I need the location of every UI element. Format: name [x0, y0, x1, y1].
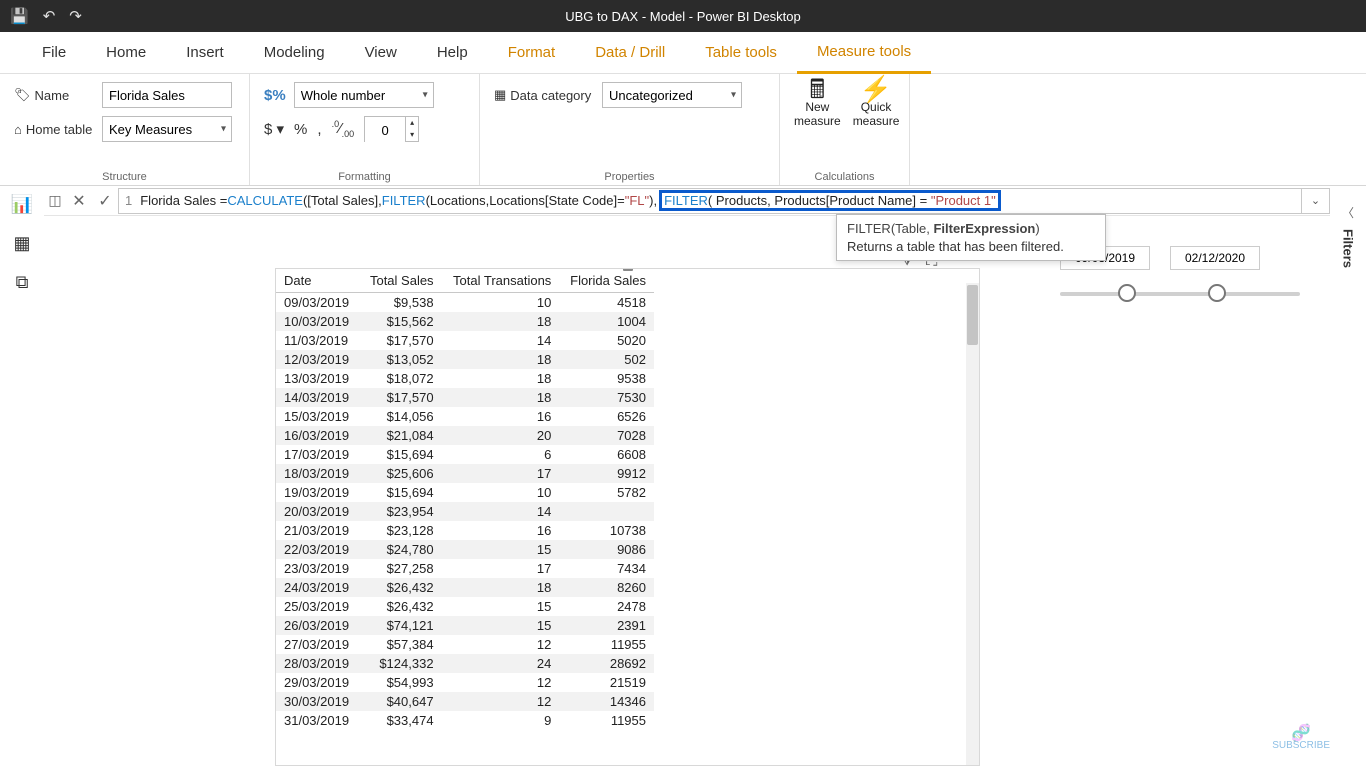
chevron-left-icon[interactable]: 〈 — [1342, 204, 1354, 221]
filters-pane-label: Filters — [1341, 229, 1356, 268]
table-row[interactable]: 15/03/2019$14,056166526 — [276, 407, 654, 426]
decimals-down[interactable]: ▾ — [406, 129, 418, 141]
table-row[interactable]: 29/03/2019$54,9931221519 — [276, 673, 654, 692]
ribbon-group-structure: 🏷 Name ⌂ Home table Structure — [0, 74, 250, 185]
filters-pane-collapsed[interactable]: 〈 Filters — [1330, 186, 1366, 768]
table-row[interactable]: 26/03/2019$74,121152391 — [276, 616, 654, 635]
decimals-up[interactable]: ▴ — [406, 117, 418, 129]
table-row[interactable]: 19/03/2019$15,694105782 — [276, 483, 654, 502]
quick-measure-icon: ⚡ — [860, 82, 892, 96]
scrollbar-thumb[interactable] — [967, 285, 978, 345]
table-row[interactable]: 10/03/2019$15,562181004 — [276, 312, 654, 331]
table-row[interactable]: 18/03/2019$25,606179912 — [276, 464, 654, 483]
formula-report-icon: ◫ — [44, 186, 66, 216]
currency-icon[interactable]: $ ▾ — [264, 120, 284, 138]
slider-handle-start[interactable] — [1118, 284, 1136, 302]
column-header[interactable]: Date — [276, 269, 360, 293]
datacategory-select[interactable] — [602, 82, 742, 108]
tab-tabletools[interactable]: Table tools — [685, 32, 797, 74]
formula-bar: ◫ ✕ ✓ 1 Florida Sales = CALCULATE( [Tota… — [44, 186, 1330, 216]
data-view-icon[interactable]: ▦ — [13, 233, 30, 254]
model-view-icon[interactable]: ⧉ — [16, 272, 29, 293]
ribbon-group-calculations: 🖩 New measure ⚡ Quick measure Calculatio… — [780, 74, 910, 185]
column-header[interactable]: Total Transations — [442, 269, 560, 293]
view-switcher: 📊 ▦ ⧉ — [0, 186, 44, 768]
tab-datadrill[interactable]: Data / Drill — [575, 32, 685, 74]
percent-icon[interactable]: % — [294, 121, 307, 138]
tab-modeling[interactable]: Modeling — [244, 32, 345, 74]
slicer-slider[interactable] — [1060, 280, 1300, 304]
hometable-select[interactable] — [102, 116, 232, 142]
formula-highlight: FILTER( Products, Products[Product Name]… — [659, 190, 1001, 211]
table-row[interactable]: 25/03/2019$26,432152478 — [276, 597, 654, 616]
column-header[interactable]: Total Sales — [360, 269, 442, 293]
table-row[interactable]: 11/03/2019$17,570145020 — [276, 331, 654, 350]
ribbon-body: 🏷 Name ⌂ Home table Structure $% $ ▾ % ,… — [0, 74, 1366, 186]
subscribe-watermark: 🧬 SUBSCRIBE — [1272, 728, 1330, 752]
column-header[interactable]: Florida Sales — [559, 269, 654, 293]
table-row[interactable]: 27/03/2019$57,3841211955 — [276, 635, 654, 654]
table-row[interactable]: 22/03/2019$24,780159086 — [276, 540, 654, 559]
slicer-end-date[interactable] — [1170, 246, 1260, 270]
table-row[interactable]: 21/03/2019$23,1281610738 — [276, 521, 654, 540]
report-view-icon[interactable]: 📊 — [11, 194, 33, 215]
tab-home[interactable]: Home — [86, 32, 166, 74]
formula-commit-button[interactable]: ✓ — [92, 186, 118, 216]
group-label-structure: Structure — [14, 171, 235, 183]
scrollbar-vertical[interactable] — [966, 283, 979, 765]
tab-file[interactable]: File — [22, 32, 86, 74]
format-icon: $% — [264, 87, 286, 104]
format-select[interactable] — [294, 82, 434, 108]
table-row[interactable]: 23/03/2019$27,258177434 — [276, 559, 654, 578]
group-label-formatting: Formatting — [264, 171, 465, 183]
ribbon-group-formatting: $% $ ▾ % , .0⁄.00 ▴▾ Formatting — [250, 74, 480, 185]
redo-icon[interactable]: ↷ — [69, 7, 82, 25]
table-row[interactable]: 30/03/2019$40,6471214346 — [276, 692, 654, 711]
report-canvas: ⧩ ⛶ ··· DateTotal SalesTotal Transations… — [60, 218, 1316, 766]
name-input[interactable] — [102, 82, 232, 108]
table-row[interactable]: 14/03/2019$17,570187530 — [276, 388, 654, 407]
ribbon-tabs: File Home Insert Modeling View Help Form… — [0, 32, 1366, 74]
formula-expand-button[interactable]: ⌄ — [1302, 188, 1330, 214]
table-row[interactable]: 17/03/2019$15,69466608 — [276, 445, 654, 464]
name-label: 🏷 Name — [14, 87, 94, 103]
table-row[interactable]: 16/03/2019$21,084207028 — [276, 426, 654, 445]
tab-measuretools[interactable]: Measure tools — [797, 32, 931, 74]
calculator-icon: 🖩 — [810, 82, 826, 96]
slider-handle-end[interactable] — [1208, 284, 1226, 302]
formula-cancel-button[interactable]: ✕ — [66, 186, 92, 216]
formula-editor[interactable]: 1 Florida Sales = CALCULATE( [Total Sale… — [118, 188, 1302, 214]
quick-measure-button[interactable]: ⚡ Quick measure — [853, 82, 900, 128]
table-row[interactable]: 24/03/2019$26,432188260 — [276, 578, 654, 597]
table-row[interactable]: 12/03/2019$13,05218502 — [276, 350, 654, 369]
intellisense-tooltip: FILTER(Table, FilterExpression) Returns … — [836, 214, 1106, 261]
table-row[interactable]: 31/03/2019$33,474911955 — [276, 711, 654, 730]
tab-insert[interactable]: Insert — [166, 32, 244, 74]
save-icon[interactable]: 💾 — [10, 7, 29, 25]
group-label-properties: Properties — [494, 171, 765, 183]
tab-format[interactable]: Format — [488, 32, 576, 74]
tab-help[interactable]: Help — [417, 32, 488, 74]
table-visual[interactable]: DateTotal SalesTotal TransationsFlorida … — [275, 268, 980, 766]
hometable-label: ⌂ Home table — [14, 122, 94, 137]
table-row[interactable]: 20/03/2019$23,95414 — [276, 502, 654, 521]
thousands-icon[interactable]: , — [317, 121, 321, 138]
datacategory-label: ▦ Data category — [494, 87, 594, 103]
table-row[interactable]: 09/03/2019$9,538104518 — [276, 293, 654, 313]
undo-icon[interactable]: ↶ — [43, 7, 56, 25]
tab-view[interactable]: View — [345, 32, 417, 74]
group-label-calculations: Calculations — [794, 171, 895, 183]
window-title: UBG to DAX - Model - Power BI Desktop — [565, 9, 801, 24]
decimals-icon[interactable]: .0⁄.00 — [332, 119, 355, 139]
ribbon-group-properties: ▦ Data category Properties — [480, 74, 780, 185]
table-row[interactable]: 13/03/2019$18,072189538 — [276, 369, 654, 388]
table-row[interactable]: 28/03/2019$124,3322428692 — [276, 654, 654, 673]
decimals-input[interactable] — [365, 117, 405, 143]
title-bar: 💾 ↶ ↷ UBG to DAX - Model - Power BI Desk… — [0, 0, 1366, 32]
new-measure-button[interactable]: 🖩 New measure — [794, 82, 841, 128]
